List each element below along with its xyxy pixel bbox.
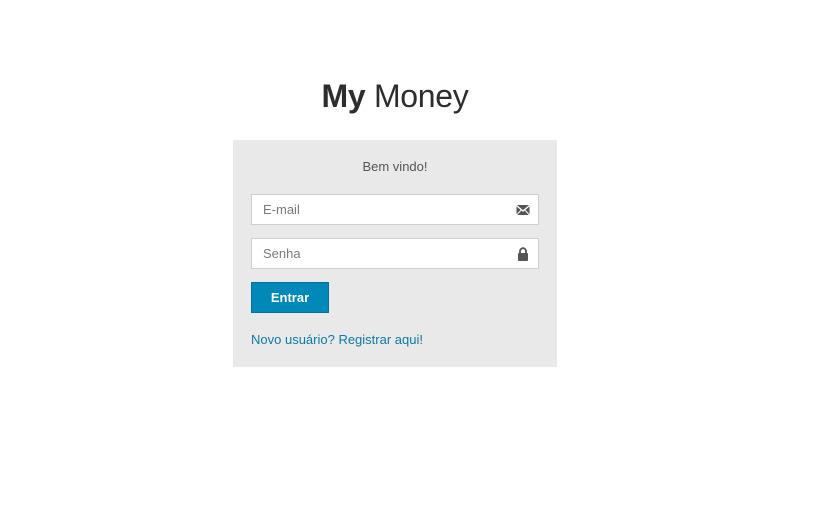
login-panel: Bem vindo! Entrar Novo u xyxy=(233,140,557,367)
envelope-icon xyxy=(516,203,530,217)
logo-light-text: Money xyxy=(373,78,469,114)
app-logo: My Money xyxy=(0,74,790,118)
register-link[interactable]: Novo usuário? Registrar aqui! xyxy=(251,332,423,347)
welcome-message: Bem vindo! xyxy=(362,159,428,174)
password-input-group xyxy=(251,238,539,269)
login-button[interactable]: Entrar xyxy=(251,282,329,313)
email-input-group xyxy=(251,194,539,225)
logo-bold-text: My xyxy=(321,78,366,114)
email-field[interactable] xyxy=(252,195,513,224)
login-page: My Money Bem vindo! E-mail Entrar Novo u… xyxy=(0,0,825,515)
password-field[interactable] xyxy=(252,239,513,268)
lock-icon xyxy=(516,247,530,261)
